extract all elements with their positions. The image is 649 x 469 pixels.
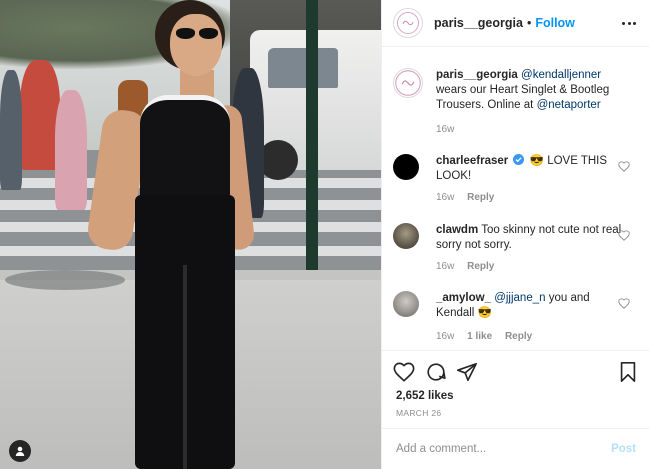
share-icon[interactable] [456, 361, 478, 383]
more-options-icon[interactable] [622, 17, 636, 29]
comment-username[interactable]: clawdm [436, 224, 478, 236]
photo-heart-singlet [140, 95, 230, 205]
action-bar: 2,652 likes MARCH 26 [382, 352, 649, 422]
comment-likes[interactable]: 1 like [467, 331, 492, 342]
comment-emoji: 😎 [529, 155, 544, 167]
comment-heart-icon[interactable] [618, 230, 630, 241]
caption-text: paris__georgia @kendalljenner wears our … [436, 68, 626, 113]
add-comment-bar: Add a comment... Post [382, 428, 649, 469]
reply-button[interactable]: Reply [467, 192, 494, 203]
heart-icon[interactable] [393, 361, 415, 383]
caption-link[interactable]: @netaporter [537, 99, 601, 111]
comment-avatar[interactable] [393, 223, 419, 249]
photo-sunglasses [176, 28, 220, 40]
account-username[interactable]: paris__georgia [434, 16, 523, 30]
bookmark-icon[interactable] [617, 361, 639, 383]
photo-trousers-seam [183, 265, 187, 469]
comment-mention[interactable]: @jjjane_n [494, 292, 545, 304]
reply-button[interactable]: Reply [505, 331, 532, 342]
caption-avatar[interactable] [393, 68, 423, 98]
comment-age[interactable]: 16w [436, 192, 454, 203]
comment-text: charleefraser 😎 LOVE THIS LOOK! [436, 154, 626, 184]
post-photo[interactable] [0, 0, 381, 469]
reply-button[interactable]: Reply [467, 261, 494, 272]
comment-age[interactable]: 16w [436, 261, 454, 272]
post-panel: paris__georgia • Follow paris__georgia @… [381, 0, 649, 469]
photo-manhole [5, 270, 125, 290]
comment-heart-icon[interactable] [618, 161, 630, 172]
comments-list[interactable]: paris__georgia @kendalljenner wears our … [382, 48, 649, 351]
photo-pole [306, 0, 318, 285]
comment-meta: 16w 1 like Reply [436, 331, 542, 342]
comment-avatar[interactable] [393, 291, 419, 317]
post-comment-button[interactable]: Post [611, 443, 636, 455]
photo-pedestrian [20, 60, 60, 170]
action-icons [393, 361, 643, 385]
caption-meta: 16w [436, 124, 464, 135]
comment-avatar[interactable] [393, 154, 419, 180]
follow-button[interactable]: Follow [535, 16, 575, 30]
caption-username[interactable]: paris__georgia [436, 69, 518, 81]
likes-count[interactable]: 2,652 likes [396, 390, 454, 402]
post-date[interactable]: MARCH 26 [396, 408, 441, 418]
caption-mention[interactable]: @kendalljenner [521, 69, 601, 81]
comment-username[interactable]: _amylow_ [436, 292, 491, 304]
comment-input[interactable]: Add a comment... [396, 443, 486, 455]
post-header: paris__georgia • Follow [382, 0, 649, 47]
verified-icon [513, 154, 525, 165]
comment-meta: 16w Reply [436, 192, 504, 203]
user-tag-icon[interactable] [9, 440, 31, 462]
account-avatar[interactable] [393, 8, 423, 38]
separator-dot: • [526, 16, 532, 30]
comment-text: clawdm Too skinny not cute not real sorr… [436, 223, 626, 253]
comment-username[interactable]: charleefraser [436, 155, 508, 167]
comment-icon[interactable] [425, 361, 447, 383]
photo-pedestrian [0, 70, 22, 190]
comment-text: _amylow_ @jjjane_n you and Kendall 😎 [436, 291, 626, 321]
photo-van-window [268, 48, 338, 88]
caption-age[interactable]: 16w [436, 124, 454, 135]
comment-age[interactable]: 16w [436, 331, 454, 342]
photo-face [170, 14, 222, 76]
photo-van-wheel [258, 140, 298, 180]
comment-heart-icon[interactable] [618, 298, 630, 309]
comment-meta: 16w Reply [436, 261, 504, 272]
photo-pedestrian [55, 90, 87, 210]
